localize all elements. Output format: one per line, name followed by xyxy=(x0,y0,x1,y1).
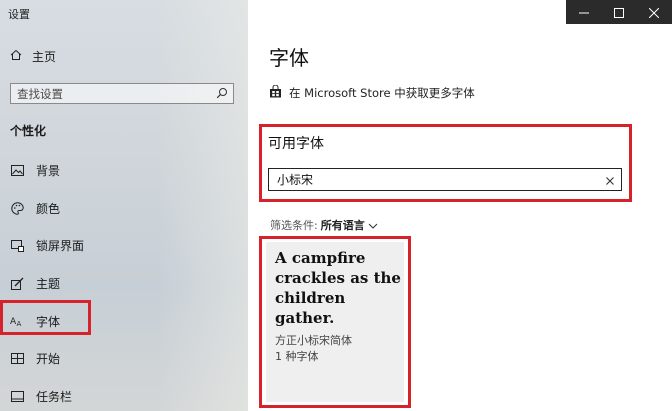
sidebar-item-lock-screen[interactable]: 锁屏界面 xyxy=(0,227,248,265)
window-controls xyxy=(566,0,672,24)
filter-value: 所有语言 xyxy=(320,219,365,232)
sidebar-item-colors[interactable]: 颜色 xyxy=(0,190,248,228)
clear-icon[interactable] xyxy=(606,170,614,189)
palette-icon xyxy=(10,202,24,215)
available-fonts-heading: 可用字体 xyxy=(268,136,324,152)
theme-brush-icon xyxy=(10,277,24,291)
home-icon xyxy=(10,49,22,64)
font-search-input[interactable]: 小标宋 xyxy=(268,168,622,191)
font-sample-text: A campfire crackles as the children gath… xyxy=(275,249,401,327)
sidebar-item-label: 任务栏 xyxy=(36,389,73,404)
sidebar: 设置 主页 查找设置 个性化 背景 颜色 锁屏界面 主题 A A 字体 开始 任… xyxy=(0,0,248,411)
settings-search-placeholder: 查找设置 xyxy=(17,86,63,101)
font-search-value: 小标宋 xyxy=(277,173,314,187)
main-panel: 字体 在 Microsoft Store 中获取更多字体 可用字体 小标宋 筛选… xyxy=(248,0,672,411)
close-button[interactable] xyxy=(637,0,672,24)
taskbar-icon xyxy=(10,390,24,402)
settings-search-input[interactable]: 查找设置 xyxy=(10,83,234,104)
maximize-button[interactable] xyxy=(601,0,636,24)
minimize-icon xyxy=(578,3,589,22)
sidebar-item-background[interactable]: 背景 xyxy=(0,152,248,190)
font-card[interactable]: A campfire crackles as the children gath… xyxy=(266,242,404,402)
maximize-icon xyxy=(613,3,624,22)
language-filter[interactable]: 筛选条件: 所有语言 xyxy=(270,217,378,233)
lock-screen-icon xyxy=(10,239,24,252)
nav-home[interactable]: 主页 xyxy=(10,48,56,65)
store-link-label: 在 Microsoft Store 中获取更多字体 xyxy=(289,86,475,100)
search-icon[interactable] xyxy=(216,84,228,103)
sidebar-item-label: 主题 xyxy=(36,277,61,292)
store-link[interactable]: 在 Microsoft Store 中获取更多字体 xyxy=(269,84,475,101)
section-heading: 个性化 xyxy=(10,124,47,138)
sidebar-item-start[interactable]: 开始 xyxy=(0,340,248,378)
font-face-count: 1 种字体 xyxy=(275,350,319,363)
store-bag-icon xyxy=(269,84,282,101)
sidebar-item-themes[interactable]: 主题 xyxy=(0,265,248,303)
sidebar-item-label: 背景 xyxy=(36,164,61,179)
filter-label: 筛选条件: xyxy=(270,219,318,232)
highlight-annotation-fonts xyxy=(0,300,91,335)
nav-home-label: 主页 xyxy=(32,50,57,64)
picture-icon xyxy=(10,165,24,177)
sidebar-item-label: 颜色 xyxy=(36,201,61,216)
font-name: 方正小标宋简体 xyxy=(275,334,352,347)
close-icon xyxy=(648,3,660,22)
minimize-button[interactable] xyxy=(566,0,601,24)
app-title: 设置 xyxy=(8,8,30,21)
start-icon xyxy=(10,353,24,365)
nav-list: 背景 颜色 锁屏界面 主题 AA 字体 开始 任务栏 xyxy=(0,152,248,411)
chevron-down-icon xyxy=(368,219,378,232)
sidebar-item-label: 开始 xyxy=(36,352,61,367)
sidebar-item-taskbar[interactable]: 任务栏 xyxy=(0,378,248,411)
sidebar-item-label: 锁屏界面 xyxy=(36,239,85,254)
page-title: 字体 xyxy=(269,46,309,70)
